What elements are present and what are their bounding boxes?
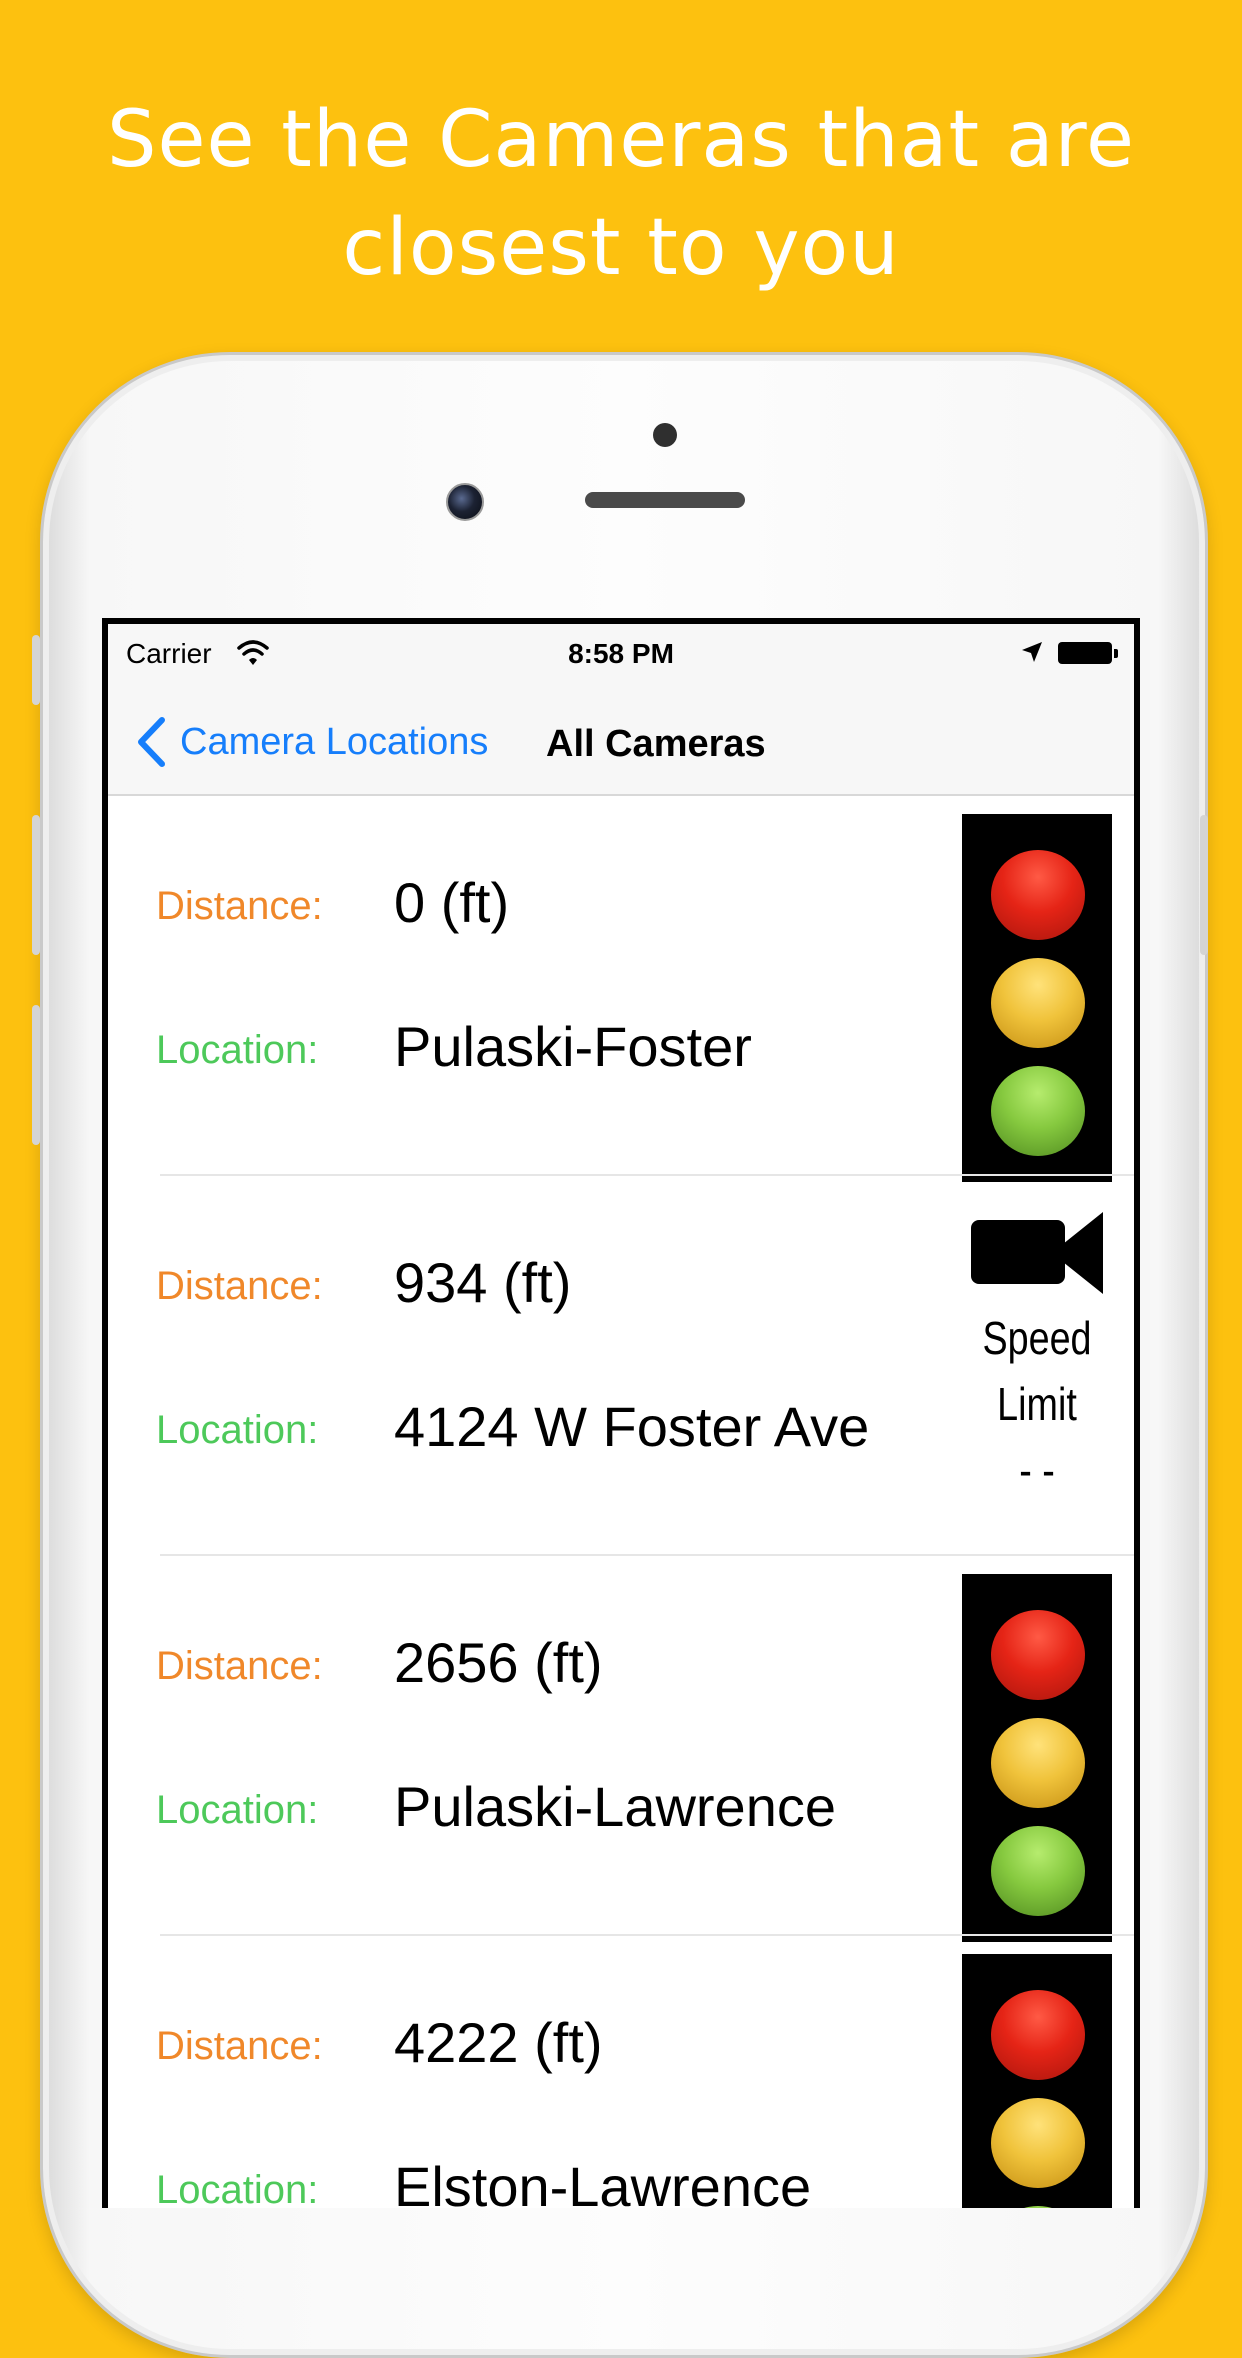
back-button-label: Camera Locations — [180, 720, 489, 763]
distance-value: 934 (ft) — [394, 1251, 572, 1314]
app-view: Carrier 8:58 PM Camera Locations All Cam… — [108, 624, 1134, 2208]
location-arrow-icon — [1022, 642, 1042, 662]
proximity-sensor — [653, 423, 677, 447]
chevron-left-icon — [138, 717, 165, 767]
back-button[interactable]: Camera Locations — [136, 714, 488, 770]
video-camera-icon — [971, 1212, 1103, 1294]
location-label: Location: — [156, 1028, 319, 1072]
distance-label: Distance: — [156, 2024, 323, 2068]
camera-row[interactable]: Distance: 0 (ft) Location: Pulaski-Foste… — [108, 796, 1134, 1182]
power-button — [1200, 815, 1208, 955]
earpiece-speaker — [585, 492, 745, 508]
clock: 8:58 PM — [568, 638, 674, 669]
volume-down-button — [32, 1005, 40, 1145]
yellow-light — [991, 958, 1085, 1048]
location-label: Location: — [156, 1408, 319, 1452]
location-label: Location: — [156, 1788, 319, 1832]
camera-row[interactable]: Distance: 4222 (ft) Location: Elston-Law… — [108, 1936, 1134, 2208]
red-light — [991, 850, 1085, 940]
camera-row[interactable]: Distance: 934 (ft) Location: 4124 W Fost… — [108, 1176, 1134, 1556]
promo-headline: See the Cameras that are closest to you — [0, 86, 1242, 302]
battery-icon — [1058, 642, 1112, 664]
front-camera-icon — [446, 483, 484, 521]
battery-tip — [1114, 649, 1118, 658]
distance-label: Distance: — [156, 884, 323, 928]
speed-text-2: Limit — [997, 1378, 1077, 1430]
distance-value: 0 (ft) — [394, 871, 510, 934]
green-light — [991, 1066, 1085, 1156]
location-value: Pulaski-Foster — [394, 1015, 752, 1078]
headline-line-1: See the Cameras that are — [107, 95, 1135, 185]
page-title: All Cameras — [546, 723, 766, 765]
green-light — [991, 1826, 1085, 1916]
distance-value: 4222 (ft) — [394, 2011, 603, 2074]
red-light — [991, 1990, 1085, 2080]
location-value: Elston-Lawrence — [394, 2155, 812, 2208]
traffic-light-icon — [962, 814, 1112, 1182]
location-value: 4124 W Foster Ave — [394, 1395, 870, 1458]
status-bar: Carrier 8:58 PM — [108, 624, 1134, 680]
speed-text-1: Speed — [982, 1312, 1092, 1364]
red-light — [991, 1610, 1085, 1700]
distance-value: 2656 (ft) — [394, 1631, 603, 1694]
volume-up-button — [32, 815, 40, 955]
phone-screen: Carrier 8:58 PM Camera Locations All Cam… — [102, 618, 1140, 2208]
headline-line-2: closest to you — [342, 203, 900, 293]
location-value: Pulaski-Lawrence — [394, 1775, 836, 1838]
yellow-light — [991, 2098, 1085, 2188]
distance-label: Distance: — [156, 1644, 323, 1688]
location-label: Location: — [156, 2168, 319, 2208]
yellow-light — [991, 1718, 1085, 1808]
mute-switch — [32, 635, 40, 705]
traffic-light-icon — [962, 1954, 1112, 2208]
speed-limit-value: - - — [1019, 1444, 1055, 1496]
navigation-bar: Camera Locations All Cameras — [108, 680, 1134, 796]
distance-label: Distance: — [156, 1264, 323, 1308]
traffic-light-icon — [962, 1574, 1112, 1942]
speed-camera-badge: Speed Limit - - — [962, 1204, 1112, 1544]
camera-row[interactable]: Distance: 2656 (ft) Location: Pulaski-La… — [108, 1556, 1134, 1942]
